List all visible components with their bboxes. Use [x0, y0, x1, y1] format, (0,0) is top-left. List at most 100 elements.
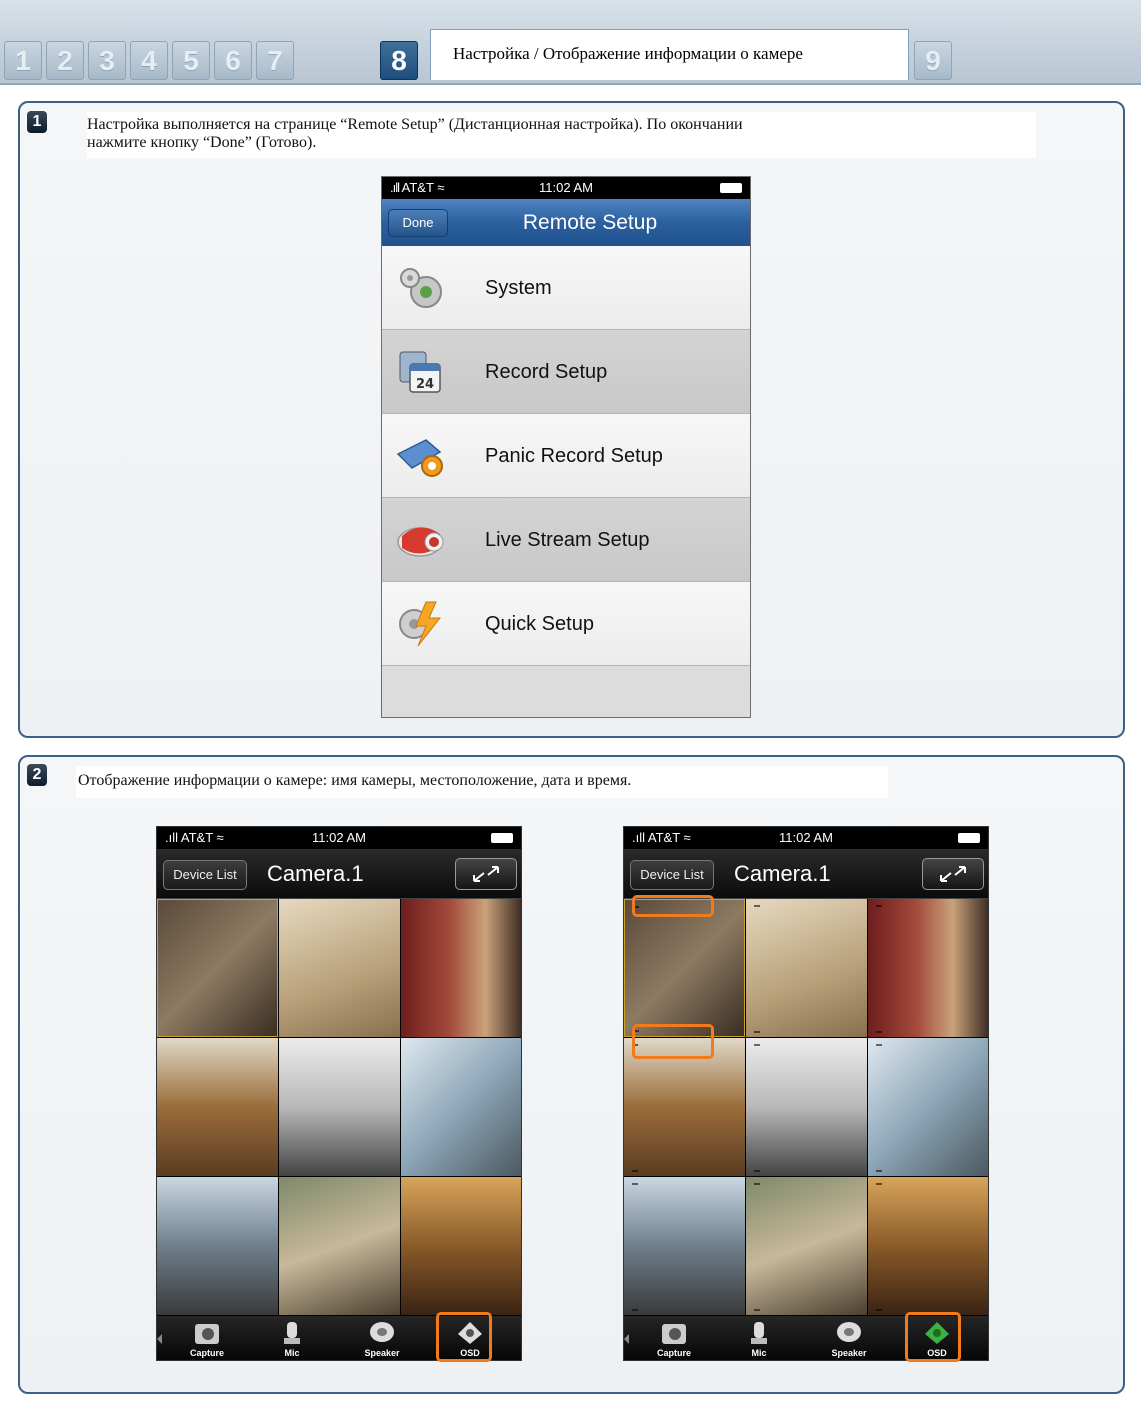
- camera-view-phone-osd-off: .ıll AT&T ≈ 11:02 AM Device List Camera.…: [156, 826, 522, 1361]
- svg-text:24: 24: [416, 377, 434, 392]
- osd-datetime: [876, 1170, 882, 1172]
- osd-highlight-left: [436, 1312, 492, 1362]
- remote-setup-navbar: Remote Setup Done: [382, 199, 750, 246]
- osd-camera-name: [876, 905, 882, 907]
- osd-camera-name: [754, 1183, 760, 1185]
- camera-tile[interactable]: [746, 1038, 867, 1176]
- step-2-caption: Отображение информации о камере: имя кам…: [76, 766, 888, 798]
- menu-item-panic-record-setup[interactable]: Panic Record Setup: [382, 414, 750, 498]
- status-bar: .ıll AT&T ≈ 11:02 AM: [157, 827, 521, 849]
- mic-icon: [751, 1322, 767, 1344]
- camera-tile[interactable]: [868, 899, 988, 1037]
- camera-tile[interactable]: [868, 1177, 988, 1315]
- clock: 11:02 AM: [539, 180, 593, 195]
- camera-tile[interactable]: [401, 899, 521, 1037]
- capture-button[interactable]: Capture: [644, 1318, 704, 1360]
- collapse-button[interactable]: [922, 858, 984, 890]
- done-button[interactable]: Done: [388, 209, 448, 237]
- tab-1[interactable]: 1: [4, 41, 42, 80]
- camera-tile[interactable]: [279, 1177, 400, 1315]
- camera-tile[interactable]: [157, 1177, 278, 1315]
- menu-item-live-stream-setup[interactable]: Live Stream Setup: [382, 498, 750, 582]
- osd-datetime-location-highlight: [632, 1024, 714, 1059]
- speaker-button[interactable]: Speaker: [352, 1318, 412, 1360]
- battery-icon: [958, 833, 980, 843]
- tab-7[interactable]: 7: [256, 41, 294, 80]
- osd-camera-name: [754, 1044, 760, 1046]
- camera-grid: [624, 899, 988, 1316]
- camera-tile[interactable]: [157, 1038, 278, 1176]
- camera-tile[interactable]: [746, 1177, 867, 1315]
- menu-item-system[interactable]: System: [382, 246, 750, 330]
- tab-3[interactable]: 3: [88, 41, 126, 80]
- camera-tile[interactable]: [624, 899, 745, 1037]
- tab-6[interactable]: 6: [214, 41, 252, 80]
- osd-datetime: [876, 1309, 882, 1311]
- step-2-badge: 2: [27, 764, 47, 786]
- menu-item-quick-setup[interactable]: Quick Setup: [382, 582, 750, 666]
- mic-button[interactable]: Mic: [729, 1318, 789, 1360]
- camera-tile[interactable]: [624, 1177, 745, 1315]
- menu-item-label: System: [485, 277, 552, 299]
- osd-highlight-right: [905, 1312, 961, 1362]
- step-1-caption: Настройка выполняется на странице “Remot…: [87, 112, 1036, 158]
- osd-camera-name: [876, 1044, 882, 1046]
- step-1-caption-line1: Настройка выполняется на странице “Remot…: [87, 116, 743, 133]
- camera-tile[interactable]: [746, 899, 867, 1037]
- capture-icon: [195, 1324, 219, 1344]
- tab-5[interactable]: 5: [172, 41, 210, 80]
- toolbar-left-arrow-icon[interactable]: [157, 1334, 162, 1344]
- section-title: Настройка / Отображение информации о кам…: [430, 29, 909, 80]
- battery-icon: [491, 833, 513, 843]
- osd-datetime: [754, 1309, 760, 1311]
- mic-button[interactable]: Mic: [262, 1318, 322, 1360]
- menu-item-label: Panic Record Setup: [485, 445, 663, 467]
- tab-8-active[interactable]: 8: [380, 41, 418, 80]
- status-bar: .ıll AT&T ≈ 11:02 AM: [382, 177, 750, 199]
- battery-icon: [720, 183, 742, 193]
- camera-tile[interactable]: [279, 1038, 400, 1176]
- camera-grid: [157, 899, 521, 1316]
- menu-item-label: Record Setup: [485, 361, 608, 383]
- clock: 11:02 AM: [779, 830, 833, 845]
- camera-tile[interactable]: [401, 1038, 521, 1176]
- osd-camera-name: [754, 905, 760, 907]
- speaker-button[interactable]: Speaker: [819, 1318, 879, 1360]
- panic-record-icon: [396, 439, 443, 477]
- tab-4[interactable]: 4: [130, 41, 168, 80]
- camera-navbar: Device List Camera.1: [624, 849, 988, 899]
- speaker-icon: [837, 1322, 861, 1342]
- device-list-button[interactable]: Device List: [163, 860, 247, 890]
- speaker-icon: [370, 1322, 394, 1342]
- menu-item-record-setup[interactable]: 24 Record Setup: [382, 330, 750, 414]
- toolbar-left-arrow-icon[interactable]: [624, 1334, 629, 1344]
- step-1-badge: 1: [27, 111, 47, 133]
- camera-tile[interactable]: [401, 1177, 521, 1315]
- menu-item-label: Live Stream Setup: [485, 529, 650, 551]
- tab-2[interactable]: 2: [46, 41, 84, 80]
- camera-tile[interactable]: [279, 899, 400, 1037]
- device-list-button[interactable]: Device List: [630, 860, 714, 890]
- capture-icon: [662, 1324, 686, 1344]
- step-tab-bar: 1 2 3 4 5 6 7 8 Настройка / Отображение …: [0, 0, 1141, 85]
- collapse-arrows-icon: [940, 866, 966, 882]
- osd-datetime: [876, 1031, 882, 1033]
- osd-datetime: [754, 1031, 760, 1033]
- mic-icon: [284, 1322, 300, 1344]
- remote-setup-phone: .ıll AT&T ≈ 11:02 AM Remote Setup Done S…: [381, 176, 751, 718]
- camera-title: Camera.1: [734, 861, 831, 886]
- camera-title: Camera.1: [267, 861, 364, 886]
- camera-tile[interactable]: [868, 1038, 988, 1176]
- menu-item-label: Quick Setup: [485, 613, 594, 635]
- osd-camera-name-highlight: [632, 895, 714, 917]
- collapse-button[interactable]: [455, 858, 517, 890]
- status-bar: .ıll AT&T ≈ 11:02 AM: [624, 827, 988, 849]
- tab-9[interactable]: 9: [914, 41, 952, 80]
- camera-icon: [397, 527, 444, 557]
- capture-button[interactable]: Capture: [177, 1318, 237, 1360]
- osd-camera-name: [632, 1183, 638, 1185]
- osd-datetime: [632, 1309, 638, 1311]
- lightning-gear-icon: [399, 601, 442, 647]
- gears-icon: [400, 268, 442, 308]
- camera-tile[interactable]: [157, 899, 278, 1037]
